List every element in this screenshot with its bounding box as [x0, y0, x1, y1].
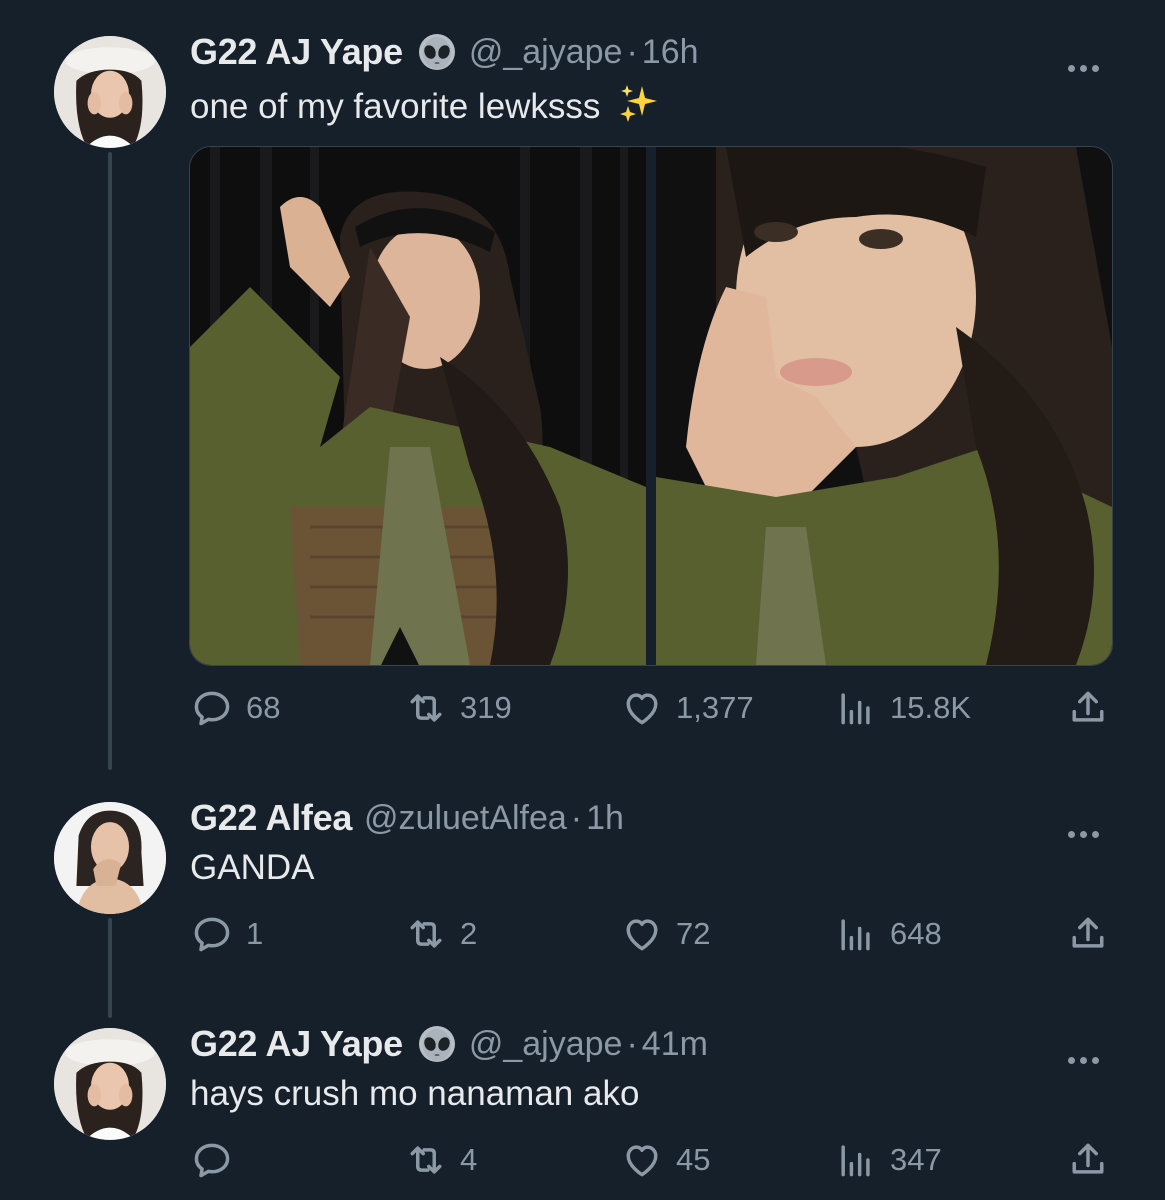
like-icon — [620, 912, 664, 956]
retweet-count: 2 — [460, 916, 478, 951]
views-icon — [834, 1138, 878, 1182]
tweet-header: G22 AJ Yape @_ajyape · 16h — [190, 28, 699, 76]
separator: · — [626, 32, 638, 71]
reply-button[interactable]: 1 — [190, 912, 263, 956]
timestamp[interactable]: 41m — [642, 1025, 708, 1064]
like-icon — [620, 1138, 664, 1182]
like-button[interactable]: 1,377 — [620, 686, 754, 730]
media-grid[interactable] — [189, 146, 1113, 666]
tweet-header: G22 Alfea @zuluetAlfea · 1h — [190, 794, 624, 842]
tweet-text: one of my favorite lewksss — [190, 82, 660, 127]
retweet-icon — [404, 912, 448, 956]
tweet-text: hays crush mo nanaman ako — [190, 1074, 640, 1113]
like-button[interactable]: 72 — [620, 912, 710, 956]
share-button[interactable] — [1066, 912, 1110, 956]
display-name[interactable]: G22 Alfea — [190, 797, 352, 839]
reply-count: 1 — [246, 916, 264, 951]
separator: · — [626, 1024, 638, 1063]
like-count: 45 — [676, 1142, 711, 1177]
views-count: 648 — [890, 916, 942, 951]
retweet-button[interactable]: 319 — [404, 686, 512, 730]
reply-count: 68 — [246, 690, 281, 725]
display-name[interactable]: G22 AJ Yape — [190, 1023, 403, 1065]
views-icon — [834, 686, 878, 730]
views-button[interactable]: 15.8K — [834, 686, 971, 730]
retweet-icon — [404, 686, 448, 730]
retweet-button[interactable]: 4 — [404, 1138, 477, 1182]
share-icon — [1072, 691, 1104, 722]
sparkles-icon — [618, 82, 660, 124]
views-icon — [834, 912, 878, 956]
avatar-image — [54, 802, 166, 914]
retweet-icon — [404, 1138, 448, 1182]
share-icon — [1072, 917, 1104, 948]
more-icon[interactable] — [1068, 814, 1104, 844]
views-count: 347 — [890, 1142, 942, 1177]
thread-line-2 — [108, 918, 112, 1018]
user-handle[interactable]: @_ajyape — [469, 1025, 623, 1064]
display-name[interactable]: G22 AJ Yape — [190, 31, 403, 73]
like-count: 1,377 — [676, 690, 754, 725]
retweet-button[interactable]: 2 — [404, 912, 477, 956]
like-button[interactable]: 45 — [620, 1138, 710, 1182]
photo-1[interactable] — [190, 147, 646, 665]
retweet-count: 4 — [460, 1142, 478, 1177]
reply-icon — [190, 912, 234, 956]
separator: · — [570, 798, 583, 837]
timestamp[interactable]: 1h — [586, 799, 624, 838]
more-icon[interactable] — [1068, 1040, 1104, 1070]
tweet-text: GANDA — [190, 848, 315, 887]
share-button[interactable] — [1066, 686, 1110, 730]
timestamp[interactable]: 16h — [642, 33, 699, 72]
reply-icon — [190, 686, 234, 730]
like-count: 72 — [676, 916, 711, 951]
retweet-count: 319 — [460, 690, 512, 725]
views-count: 15.8K — [890, 690, 972, 725]
more-icon[interactable] — [1068, 48, 1104, 78]
like-icon — [620, 686, 664, 730]
avatar[interactable] — [54, 36, 166, 148]
alien-badge-icon — [417, 32, 457, 72]
alien-badge-icon — [417, 1024, 457, 1064]
tweet-text-body: one of my favorite lewksss — [190, 87, 601, 126]
share-icon — [1072, 1143, 1104, 1174]
views-button[interactable]: 347 — [834, 1138, 942, 1182]
views-button[interactable]: 648 — [834, 912, 942, 956]
user-handle[interactable]: @zuluetAlfea — [364, 799, 567, 838]
avatar[interactable] — [54, 802, 166, 914]
reply-button[interactable] — [190, 1138, 246, 1182]
avatar-image — [54, 1028, 166, 1140]
photo-2[interactable] — [656, 147, 1112, 665]
user-handle[interactable]: @_ajyape — [469, 33, 623, 72]
reply-icon — [190, 1138, 234, 1182]
tweet-header: G22 AJ Yape @_ajyape · 41m — [190, 1020, 708, 1068]
avatar-image — [54, 36, 166, 148]
share-button[interactable] — [1066, 1138, 1110, 1182]
thread-line-1 — [108, 152, 112, 770]
avatar[interactable] — [54, 1028, 166, 1140]
reply-button[interactable]: 68 — [190, 686, 280, 730]
